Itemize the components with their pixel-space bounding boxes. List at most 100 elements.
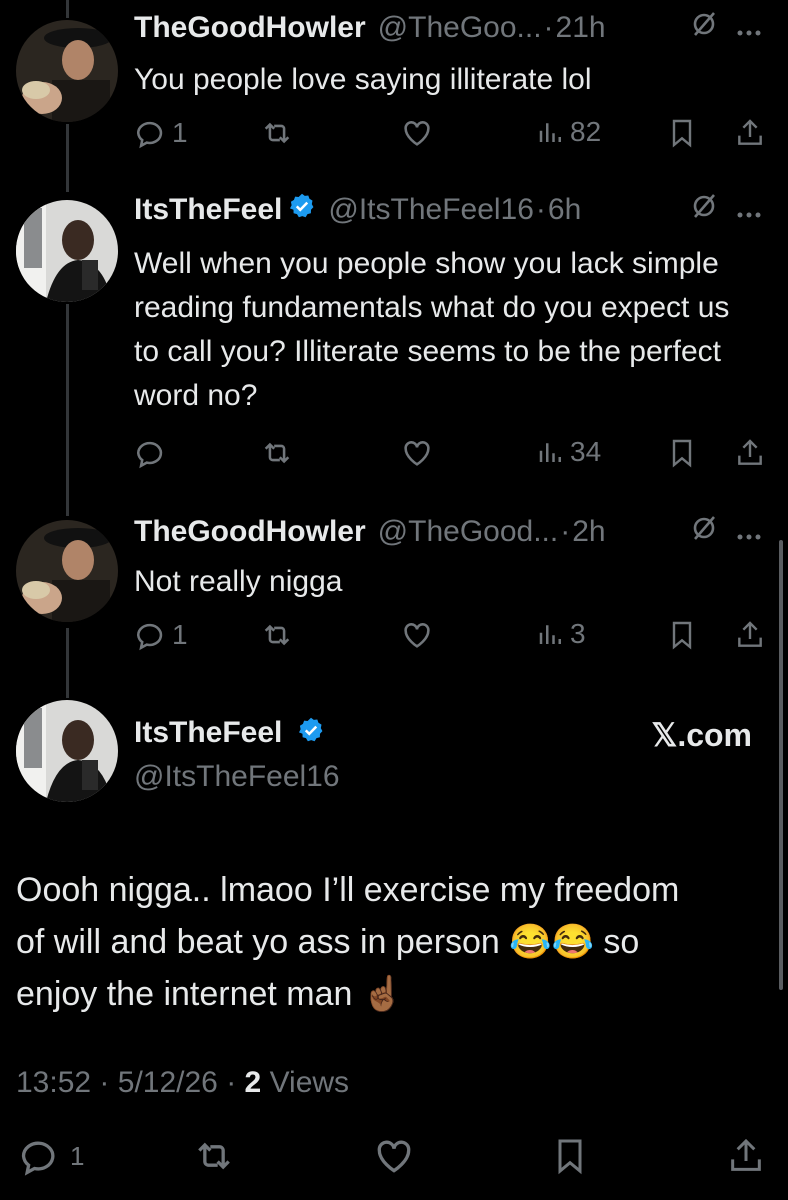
- tweet-actions: 34: [134, 436, 774, 476]
- separator-dot: ·: [543, 11, 554, 44]
- tweet-actions: 1 3: [134, 618, 774, 658]
- tweet-actions: 1 82: [134, 116, 774, 156]
- views-icon: [536, 619, 566, 649]
- views-count: 82: [570, 116, 602, 147]
- avatar[interactable]: [16, 20, 118, 122]
- reply-count: 1: [172, 619, 188, 650]
- verified-icon: [288, 192, 316, 228]
- bookmark-icon: [666, 116, 698, 150]
- main-actions: 1: [0, 1134, 788, 1184]
- display-name[interactable]: TheGoodHowler: [134, 515, 366, 549]
- views-count: 34: [570, 436, 602, 467]
- reply-button[interactable]: [134, 436, 172, 470]
- retweet-icon: [260, 116, 294, 150]
- retweet-button[interactable]: [192, 1134, 236, 1178]
- views-button[interactable]: 3: [536, 618, 586, 650]
- retweet-icon: [260, 618, 294, 652]
- post-time[interactable]: 13:52: [16, 1066, 91, 1099]
- more-icon[interactable]: [736, 515, 762, 549]
- views-label: Views: [269, 1066, 350, 1099]
- share-icon: [734, 116, 766, 150]
- like-button[interactable]: [400, 436, 434, 470]
- more-icon[interactable]: [736, 193, 762, 227]
- avatar[interactable]: [16, 700, 118, 802]
- like-button[interactable]: [372, 1134, 416, 1178]
- timestamp[interactable]: 21h: [556, 11, 606, 45]
- share-button[interactable]: [734, 436, 766, 470]
- user-handle[interactable]: @TheGoo...: [378, 11, 542, 45]
- like-icon: [372, 1134, 416, 1178]
- thread-line: [66, 304, 69, 516]
- reply-button[interactable]: 1: [134, 618, 188, 652]
- share-button[interactable]: [734, 116, 766, 150]
- timestamp[interactable]: 6h: [548, 193, 581, 227]
- tweet-header: TheGoodHowler @TheGood... · 2h: [134, 514, 762, 550]
- thread-line: [66, 628, 69, 698]
- bookmark-button[interactable]: [666, 618, 698, 652]
- retweet-icon: [192, 1134, 236, 1178]
- reply-button[interactable]: 1: [18, 1134, 84, 1178]
- reply-icon: [134, 116, 168, 150]
- display-name[interactable]: TheGoodHowler: [134, 11, 366, 45]
- reply-icon: [134, 618, 168, 652]
- bookmark-button[interactable]: [666, 116, 698, 150]
- share-button[interactable]: [726, 1134, 766, 1178]
- retweet-button[interactable]: [260, 116, 294, 150]
- thread-line: [66, 0, 69, 18]
- main-tweet-text: Oooh nigga.. lmaoo I’ll exercise my free…: [16, 864, 776, 1020]
- reply-count: 1: [172, 117, 188, 148]
- grok-icon[interactable]: [690, 192, 718, 228]
- bookmark-icon: [666, 618, 698, 652]
- x-watermark: 𝕏.com: [651, 717, 752, 753]
- user-handle[interactable]: @ItsTheFeel16: [328, 193, 534, 227]
- tweet-text: Not really nigga: [134, 565, 343, 598]
- bookmark-button[interactable]: [666, 436, 698, 470]
- verified-icon: [297, 716, 325, 752]
- like-icon: [400, 116, 434, 150]
- avatar[interactable]: [16, 200, 118, 302]
- reply-icon: [18, 1134, 62, 1178]
- separator-dot: ·: [99, 1066, 110, 1099]
- retweet-button[interactable]: [260, 618, 294, 652]
- thread-line: [66, 124, 69, 192]
- scrollbar[interactable]: [779, 540, 783, 990]
- bookmark-button[interactable]: [550, 1134, 590, 1178]
- views-button[interactable]: 34: [536, 436, 601, 468]
- main-author: ItsTheFeel: [134, 716, 325, 752]
- grok-icon[interactable]: [690, 10, 718, 46]
- like-button[interactable]: [400, 116, 434, 150]
- reply-icon: [134, 436, 168, 470]
- more-icon[interactable]: [736, 11, 762, 45]
- user-handle[interactable]: @ItsTheFeel16: [134, 760, 340, 794]
- separator-dot: ·: [535, 193, 546, 226]
- timestamp[interactable]: 2h: [572, 515, 605, 549]
- like-button[interactable]: [400, 618, 434, 652]
- like-icon: [400, 618, 434, 652]
- share-icon: [726, 1134, 766, 1178]
- grok-icon[interactable]: [690, 514, 718, 550]
- tweet-meta: 13:52 · 5/12/26 · 2 Views: [16, 1066, 349, 1100]
- display-name[interactable]: ItsTheFeel: [134, 716, 282, 749]
- views-icon: [536, 437, 566, 467]
- reply-count: 1: [70, 1140, 85, 1171]
- views-icon: [536, 117, 566, 147]
- tweet-text: Well when you people show you lack simpl…: [134, 247, 730, 412]
- main-text-line: enjoy the internet man ☝🏾: [16, 975, 405, 1013]
- tweet-header: ItsTheFeel @ItsTheFeel16 · 6h: [134, 192, 762, 228]
- views-count: 3: [570, 618, 586, 649]
- retweet-button[interactable]: [260, 436, 294, 470]
- post-date[interactable]: 5/12/26: [118, 1066, 218, 1099]
- display-name[interactable]: ItsTheFeel: [134, 193, 282, 227]
- share-button[interactable]: [734, 618, 766, 652]
- user-handle[interactable]: @TheGood...: [378, 515, 559, 549]
- avatar[interactable]: [16, 520, 118, 622]
- tweet-header: TheGoodHowler @TheGoo... · 21h: [134, 10, 762, 46]
- bookmark-icon: [550, 1134, 590, 1178]
- bookmark-icon: [666, 436, 698, 470]
- main-text-line: Oooh nigga.. lmaoo I’ll exercise my free…: [16, 871, 680, 909]
- reply-button[interactable]: 1: [134, 116, 188, 150]
- views-button[interactable]: 82: [536, 116, 601, 148]
- main-text-line: of will and beat yo ass in person 😂😂 so: [16, 923, 640, 961]
- tweet-text: You people love saying illiterate lol: [134, 63, 592, 96]
- share-icon: [734, 618, 766, 652]
